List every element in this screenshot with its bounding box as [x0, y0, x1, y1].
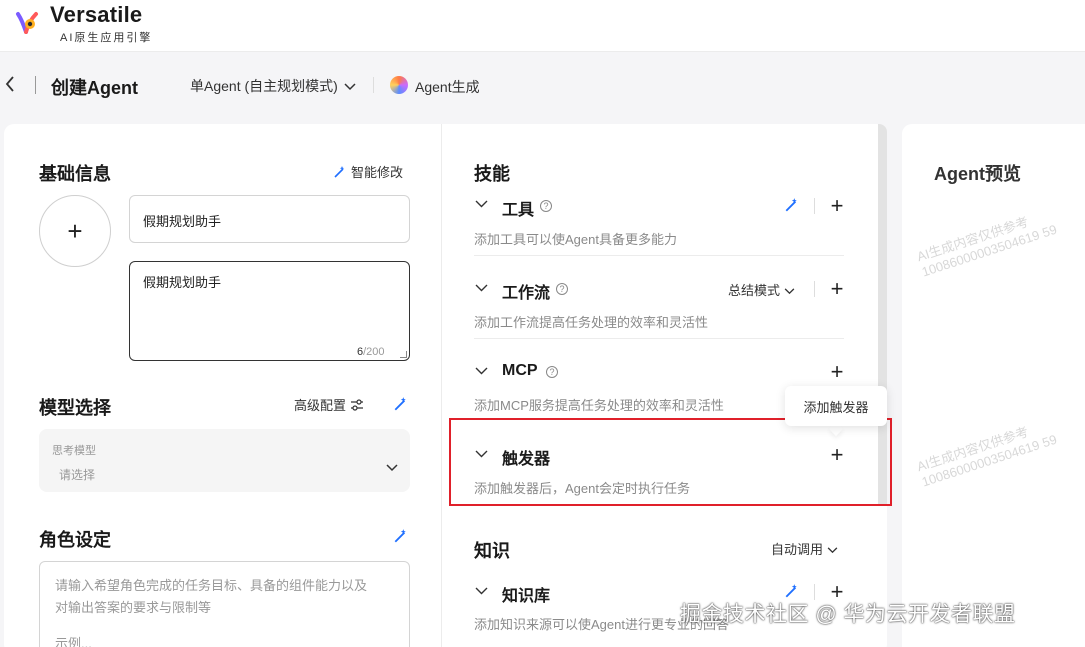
add-trigger-tooltip: 添加触发器 — [785, 386, 887, 426]
sliders-icon — [350, 399, 363, 411]
role-placeholder-line3: 示例... — [55, 636, 92, 647]
help-icon[interactable]: ? — [556, 283, 568, 295]
tools-description: 添加工具可以使Agent具备更多能力 — [474, 232, 677, 247]
row-separator — [814, 198, 815, 214]
chevron-down-icon — [344, 83, 356, 91]
avatar-upload-button[interactable]: + — [39, 195, 111, 267]
advanced-config-label: 高级配置 — [294, 398, 347, 413]
versatile-logo-icon — [16, 12, 38, 34]
add-tool-button[interactable]: + — [828, 195, 846, 217]
smart-edit-label: 智能修改 — [351, 165, 404, 180]
knowledge-title: 知识 — [474, 541, 510, 561]
workflow-mode-select[interactable]: 总结模式 — [728, 280, 795, 299]
role-setting-title: 角色设定 — [39, 530, 111, 550]
magic-wand-icon[interactable] — [784, 583, 800, 599]
basic-info-title: 基础信息 — [39, 164, 111, 184]
row-divider — [474, 338, 844, 339]
add-mcp-button[interactable]: + — [828, 361, 846, 383]
resize-handle[interactable] — [400, 351, 407, 358]
header-separator — [373, 77, 374, 93]
magic-wand-icon — [334, 166, 345, 178]
header-divider — [35, 76, 36, 94]
knowledge-mode-label: 自动调用 — [771, 542, 824, 557]
back-button[interactable] — [4, 74, 20, 96]
add-workflow-button[interactable]: + — [828, 278, 846, 300]
magic-wand-icon[interactable] — [393, 396, 409, 412]
chevron-down-icon[interactable] — [475, 284, 488, 292]
knowledge-mode-select[interactable]: 自动调用 — [771, 539, 838, 558]
thinking-model-label: 思考模型 — [52, 445, 96, 457]
top-brand-bar: Versatile AI原生应用引擎 — [0, 0, 1085, 52]
char-counter: 6/200 — [357, 346, 385, 358]
magic-wand-icon[interactable] — [784, 197, 800, 213]
agent-mode-label: 单Agent (自主规划模式) — [190, 78, 338, 94]
chevron-down-icon — [386, 464, 398, 472]
brand-subtitle: AI原生应用引擎 — [60, 32, 153, 44]
smart-edit-button[interactable]: 智能修改 — [333, 162, 403, 181]
role-placeholder-line1: 请输入希望角色完成的任务目标、具备的组件能力以及 — [55, 578, 368, 593]
mcp-description: 添加MCP服务提高任务处理的效率和灵活性 — [474, 398, 724, 413]
workflow-description: 添加工作流提高任务处理的效率和灵活性 — [474, 315, 709, 330]
model-select-title: 模型选择 — [39, 398, 111, 418]
chevron-down-icon — [827, 547, 837, 554]
workflow-title: 工作流 — [502, 285, 551, 302]
chevron-left-icon — [5, 76, 14, 92]
chevron-down-icon — [784, 288, 794, 295]
trigger-highlight — [449, 418, 892, 506]
role-setting-input[interactable]: 请输入希望角色完成的任务目标、具备的组件能力以及 对输出答案的要求与限制等 示例… — [39, 561, 410, 647]
skills-title: 技能 — [474, 164, 510, 184]
column-divider — [441, 124, 442, 647]
agent-generate-icon[interactable] — [390, 76, 408, 94]
agent-preview-title: Agent预览 — [934, 164, 1021, 184]
agent-mode-select[interactable]: 单Agent (自主规划模式) — [190, 76, 356, 96]
mcp-title: MCP — [502, 362, 538, 379]
magic-wand-icon[interactable] — [393, 528, 409, 544]
footer-watermark: 掘金技术社区 @ 华为云开发者联盟 — [680, 603, 1016, 626]
row-separator — [814, 281, 815, 297]
thinking-model-placeholder: 请选择 — [59, 468, 96, 482]
advanced-config-button[interactable]: 高级配置 — [294, 395, 364, 414]
chevron-down-icon[interactable] — [475, 367, 488, 375]
page-header: 创建Agent 单Agent (自主规划模式) Agent生成 — [0, 52, 1085, 118]
brand-name: Versatile — [50, 2, 143, 27]
help-icon[interactable]: ? — [540, 200, 552, 212]
chevron-down-icon[interactable] — [475, 200, 488, 208]
row-divider — [474, 255, 844, 256]
page-title: 创建Agent — [51, 78, 138, 98]
help-icon[interactable]: ? — [546, 366, 558, 378]
chevron-down-icon[interactable] — [475, 587, 488, 595]
agent-preview-panel — [902, 124, 1085, 647]
workflow-mode-label: 总结模式 — [728, 283, 781, 298]
agent-name-input[interactable]: 假期规划助手 — [129, 195, 410, 243]
tools-title: 工具 — [502, 202, 535, 219]
char-limit: /200 — [363, 346, 385, 358]
agent-generate-button[interactable]: Agent生成 — [415, 77, 480, 97]
role-placeholder-line2: 对输出答案的要求与限制等 — [55, 600, 212, 615]
knowledge-base-title: 知识库 — [502, 588, 551, 605]
